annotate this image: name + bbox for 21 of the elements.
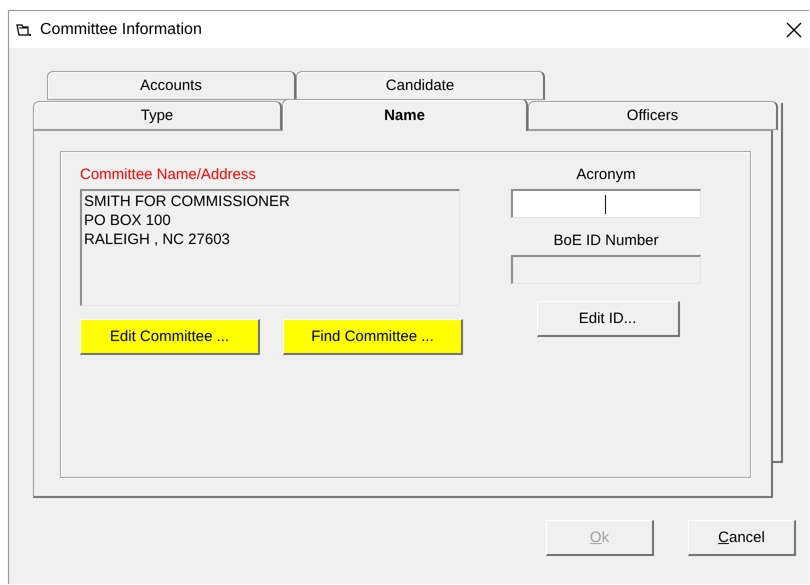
tab[interactable]: Name <box>282 99 528 131</box>
address-line: PO BOX 100 <box>84 211 172 230</box>
field-label: BoE ID Number <box>553 232 659 250</box>
tab[interactable]: Officers <box>528 101 778 130</box>
tab[interactable]: Type <box>33 101 282 130</box>
close-icon <box>786 22 802 38</box>
edit-committee-button[interactable]: Edit Committee ... <box>80 319 260 355</box>
tab[interactable]: Accounts <box>47 71 296 100</box>
folder-icon <box>16 22 32 36</box>
acronym-field[interactable] <box>511 189 701 218</box>
address-line: SMITH FOR COMMISSIONER <box>84 192 291 211</box>
text-cursor <box>605 195 606 214</box>
tab[interactable]: Candidate <box>296 71 545 100</box>
address-line: RALEIGH , NC 27603 <box>84 230 231 249</box>
group-label: Committee Name/Address <box>80 166 257 184</box>
find-committee-button[interactable]: Find Committee ... <box>283 319 463 355</box>
edit-id-button[interactable]: Edit ID... <box>536 301 680 337</box>
field-label: Acronym <box>576 166 636 184</box>
close-button[interactable] <box>784 20 804 40</box>
cancel-button[interactable]: Cancel <box>688 520 796 556</box>
window-title: Committee Information <box>40 20 203 38</box>
